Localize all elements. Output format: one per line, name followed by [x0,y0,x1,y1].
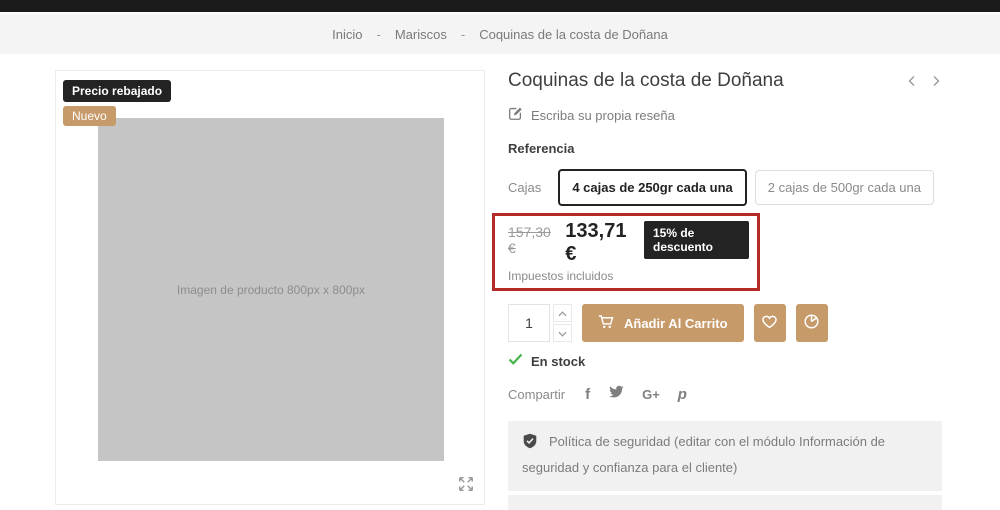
pinterest-icon[interactable]: p [678,387,687,402]
quantity-input[interactable]: 1 [508,304,550,342]
googleplus-icon[interactable]: G+ [642,388,660,401]
discount-badge: 15% de descuento [644,221,750,259]
discount-flag-badge: Precio rebajado [63,80,172,102]
breadcrumb-separator: - [460,26,466,42]
badge-stack: Precio rebajado Nuevo [63,80,172,126]
top-black-bar [0,0,1000,12]
product-page: Inicio - Mariscos - Coquinas de la costa… [0,0,1000,510]
current-price: 133,71 € [565,220,627,265]
add-to-cart-label: Añadir Al Carrito [624,315,728,331]
breadcrumb-separator: - [376,26,381,42]
breadcrumb-item-current: Coquinas de la costa de Doñana [479,26,668,42]
breadcrumb-bar: Inicio - Mariscos - Coquinas de la costa… [0,12,1000,54]
share-label: Compartir [508,387,566,402]
breadcrumb-item-category[interactable]: Mariscos [395,27,447,42]
price-highlight-box: 157,30 € 133,71 € 15% de descuento Impue… [492,213,760,291]
heart-icon [761,314,778,332]
compare-button[interactable] [795,304,828,342]
chevron-up-icon [558,304,567,322]
shipping-policy-block: Política de envío (editar con el módulo … [508,494,942,510]
product-info-column: Coquinas de la costa de Doñana Escriba s… [492,70,942,510]
facebook-icon[interactable]: f [585,387,590,402]
chevron-left-icon[interactable] [906,74,918,86]
reference-label: Referencia [508,141,575,156]
placeholder-text: Imagen de producto 800px x 800px [176,282,366,297]
twitter-icon[interactable] [608,385,624,404]
quantity-stepper: 1 [508,304,572,342]
security-policy-text: Política de seguridad (editar con el mód… [522,434,886,475]
edit-icon [508,106,523,124]
shield-check-icon [522,433,538,457]
quantity-increment-button[interactable] [553,304,572,322]
page-title: Coquinas de la costa de Doñana [508,70,784,91]
tax-note: Impuestos incluidos [508,269,614,283]
policy-blocks: Política de seguridad (editar con el mód… [508,421,942,510]
breadcrumb: Inicio - Mariscos - Coquinas de la costa… [332,27,668,42]
wishlist-button[interactable] [753,304,786,342]
pie-chart-icon [803,313,820,333]
variant-option-4x250[interactable]: 4 cajas de 250gr cada una [558,169,747,206]
write-review-link[interactable]: Escriba su propia reseña [508,106,942,124]
share-row: Compartir f G+ p [508,385,942,404]
chevron-right-icon[interactable] [930,74,942,86]
write-review-label: Escriba su propia reseña [531,107,675,123]
stock-status-label: En stock [531,353,586,369]
check-icon [508,352,523,370]
security-policy-block: Política de seguridad (editar con el mód… [508,421,942,491]
stock-status-row: En stock [508,352,942,370]
quantity-decrement-button[interactable] [553,324,572,342]
variant-option-2x500[interactable]: 2 cajas de 500gr cada una [754,170,934,205]
variant-selector: Cajas 4 cajas de 250gr cada una 2 cajas … [508,169,942,206]
product-nav-arrows [906,74,942,86]
chevron-down-icon [558,324,567,342]
add-to-cart-button[interactable]: Añadir Al Carrito [582,304,744,342]
product-image-placeholder: Imagen de producto 800px x 800px [98,118,444,461]
new-flag-badge: Nuevo [63,106,116,126]
expand-icon[interactable] [456,474,476,494]
product-image-panel: Precio rebajado Nuevo Imagen de producto… [55,70,485,505]
purchase-controls: 1 Añadir Al Carrito [508,304,942,342]
old-price: 157,30 € [508,224,551,256]
cart-icon [598,314,615,333]
breadcrumb-item-home[interactable]: Inicio [332,27,362,42]
variant-label: Cajas [508,180,542,195]
